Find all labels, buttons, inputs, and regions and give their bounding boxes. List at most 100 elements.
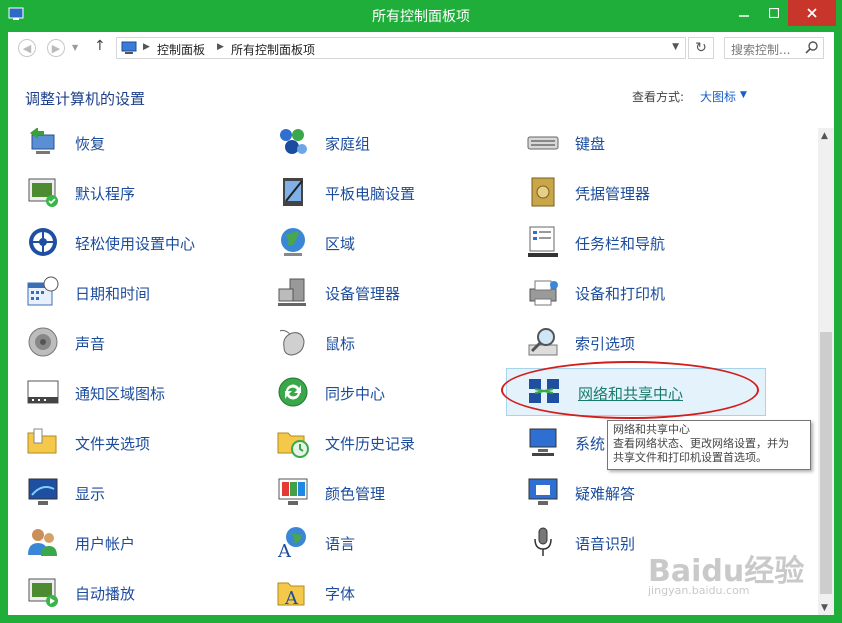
address-dropdown-icon[interactable]: ▼	[672, 42, 679, 52]
item-color-management[interactable]: 颜色管理	[270, 472, 510, 512]
item-keyboard[interactable]: 键盘	[520, 128, 760, 162]
breadcrumb-all-items[interactable]: 所有控制面板项	[231, 41, 315, 58]
item-label: 轻松使用设置中心	[75, 235, 196, 253]
item-label: 任务栏和导航	[575, 235, 666, 253]
refresh-button[interactable]: ↻	[688, 37, 714, 59]
minimize-icon	[739, 15, 749, 17]
forward-button[interactable]: ▶	[47, 39, 65, 57]
item-recovery[interactable]: 恢复	[20, 128, 260, 162]
item-mouse[interactable]: 鼠标	[270, 322, 510, 362]
item-region[interactable]: 区域	[270, 222, 510, 262]
item-label: 设备和打印机	[575, 285, 666, 303]
mouse-icon	[279, 329, 305, 356]
item-devices-printers[interactable]: 设备和打印机	[520, 272, 760, 312]
item-credential-manager[interactable]: 凭据管理器	[520, 172, 760, 212]
back-button[interactable]: ◀	[18, 39, 36, 57]
content-header: 调整计算机的设置 查看方式: 大图标 ▼	[8, 66, 834, 128]
scroll-down-icon[interactable]: ▼	[821, 603, 828, 613]
item-language[interactable]: A 语言	[270, 522, 510, 562]
item-taskbar-navigation[interactable]: 任务栏和导航	[520, 222, 760, 262]
calendar-clock-icon	[27, 276, 59, 306]
items-grid: 恢复 家庭组 键盘 默认程序 平板电脑设置 凭据管理器 轻松使用设置中心 区域 …	[8, 128, 818, 615]
title-bar: 所有控制面板项	[0, 0, 842, 32]
item-ease-of-access[interactable]: 轻松使用设置中心	[20, 222, 260, 262]
view-dropdown-caret-icon[interactable]: ▼	[740, 90, 747, 100]
item-label: 家庭组	[325, 135, 371, 153]
item-homegroup[interactable]: 家庭组	[270, 128, 510, 162]
address-bar[interactable]: ▶ 控制面板 ▶ 所有控制面板项 ▼	[116, 37, 686, 59]
item-fonts[interactable]: A 字体	[270, 572, 510, 612]
notification-area-icon	[27, 380, 59, 404]
microphone-icon	[534, 527, 552, 556]
item-tablet-settings[interactable]: 平板电脑设置	[270, 172, 510, 212]
tooltip-line2: 共享文件和打印机设置首选项。	[613, 451, 767, 464]
item-label: 凭据管理器	[575, 185, 651, 203]
item-label: 通知区域图标	[75, 385, 166, 403]
item-label: 自动播放	[75, 585, 136, 603]
breadcrumb-separator-icon: ▶	[143, 42, 150, 52]
highlight-ellipse	[501, 361, 759, 419]
fonts-folder-icon: A	[277, 582, 305, 609]
item-sync-center[interactable]: 同步中心	[270, 372, 510, 412]
tooltip: 网络和共享中心 查看网络状态、更改网络设置，并为 共享文件和打印机设置首选项。	[607, 420, 811, 470]
search-input[interactable]: 搜索控制...	[724, 37, 824, 59]
search-icon[interactable]	[805, 40, 819, 54]
item-folder-options[interactable]: 文件夹选项	[20, 422, 260, 462]
ease-of-access-icon	[29, 228, 57, 256]
users-icon	[28, 529, 57, 556]
item-default-programs[interactable]: 默认程序	[20, 172, 260, 212]
credential-vault-icon	[531, 177, 555, 207]
item-display[interactable]: 显示	[20, 472, 260, 512]
recovery-icon	[30, 128, 55, 154]
up-arrow-icon[interactable]: ↑	[94, 38, 106, 54]
item-autoplay[interactable]: 自动播放	[20, 572, 260, 612]
item-label: 语言	[325, 535, 356, 553]
client-area: ◀ ▶ ▼ ↑ ▶ 控制面板 ▶ 所有控制面板项 ▼ ↻ 搜索控制... 调整计…	[8, 32, 834, 615]
item-label: 系统	[575, 435, 606, 453]
language-globe-icon: A	[277, 527, 306, 559]
tooltip-title: 网络和共享中心	[613, 423, 690, 436]
item-label: 显示	[75, 485, 106, 503]
maximize-icon	[769, 8, 779, 18]
globe-clock-icon	[281, 228, 305, 256]
item-label: 索引选项	[575, 335, 636, 353]
search-placeholder: 搜索控制...	[731, 43, 791, 57]
item-device-manager[interactable]: 设备管理器	[270, 272, 510, 312]
item-notification-icons[interactable]: 通知区域图标	[20, 372, 260, 412]
system-computer-icon	[529, 428, 557, 456]
refresh-icon: ↻	[695, 40, 707, 56]
navigation-bar: ◀ ▶ ▼ ↑ ▶ 控制面板 ▶ 所有控制面板项 ▼ ↻ 搜索控制...	[8, 32, 834, 66]
page-title: 调整计算机的设置	[25, 90, 146, 108]
speaker-icon	[28, 327, 58, 357]
arrow-left-icon: ◀	[22, 41, 32, 55]
item-troubleshooting[interactable]: 疑难解答	[520, 472, 760, 512]
item-label: 鼠标	[325, 335, 356, 353]
item-date-time[interactable]: 日期和时间	[20, 272, 260, 312]
view-by-dropdown[interactable]: 大图标	[700, 88, 736, 105]
scrollbar-thumb[interactable]	[820, 332, 832, 594]
default-programs-icon	[28, 178, 58, 207]
file-history-icon	[277, 432, 309, 458]
vertical-scrollbar[interactable]: ▲ ▼	[818, 128, 834, 615]
item-label: 键盘	[575, 135, 606, 153]
item-label: 文件历史记录	[325, 435, 416, 453]
item-user-accounts[interactable]: 用户帐户	[20, 522, 260, 562]
maximize-button[interactable]	[760, 0, 788, 26]
recent-locations-dropdown-icon[interactable]: ▼	[72, 43, 78, 52]
scroll-up-icon[interactable]: ▲	[821, 131, 828, 141]
watermark-url: jingyan.baidu.com	[648, 584, 750, 597]
taskbar-icon	[528, 226, 558, 257]
item-file-history[interactable]: 文件历史记录	[270, 422, 510, 462]
item-label: 区域	[325, 235, 356, 253]
item-label: 疑难解答	[575, 485, 636, 503]
view-by-label: 查看方式:	[632, 90, 685, 104]
item-sound[interactable]: 声音	[20, 322, 260, 362]
close-button[interactable]	[788, 0, 836, 26]
item-label: 平板电脑设置	[325, 185, 416, 203]
display-monitor-icon	[28, 478, 58, 505]
item-indexing-options[interactable]: 索引选项	[520, 322, 760, 362]
breadcrumb-control-panel[interactable]: 控制面板	[157, 41, 205, 58]
arrow-right-icon: ▶	[51, 41, 61, 55]
minimize-button[interactable]	[730, 0, 758, 26]
item-label: 字体	[325, 585, 356, 603]
